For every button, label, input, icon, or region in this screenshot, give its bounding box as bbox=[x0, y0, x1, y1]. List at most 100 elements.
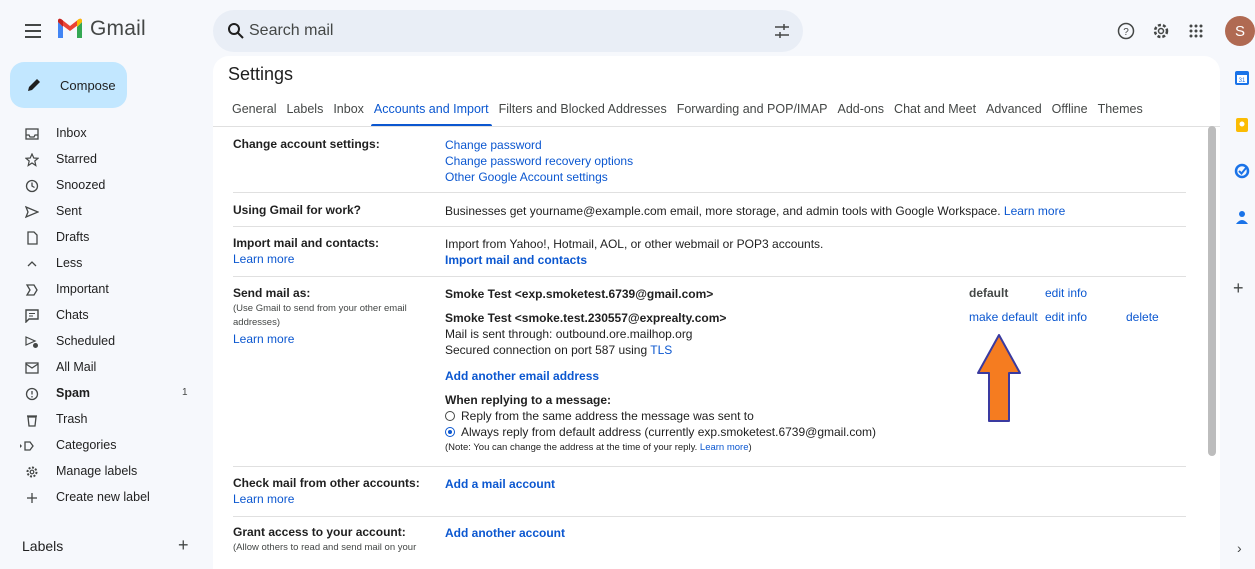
plus-icon bbox=[27, 493, 37, 503]
settings-tabs: General Labels Inbox Accounts and Import… bbox=[232, 102, 1153, 127]
reply-note-learn-more-link[interactable]: Learn more bbox=[700, 442, 749, 453]
tab-accounts-and-import[interactable]: Accounts and Import bbox=[370, 102, 492, 127]
tls-link[interactable]: TLS bbox=[650, 343, 672, 357]
draft-icon bbox=[27, 231, 38, 245]
tasks-icon[interactable] bbox=[1234, 163, 1250, 179]
nav-item-less[interactable]: Less bbox=[0, 251, 200, 277]
check-mail-learn-more-link[interactable]: Learn more bbox=[233, 492, 433, 506]
nav-item-important[interactable]: Important bbox=[0, 277, 200, 303]
tab-offline[interactable]: Offline bbox=[1052, 102, 1088, 116]
grant-content: Add another account bbox=[445, 525, 565, 541]
reply-same-radio[interactable] bbox=[445, 411, 455, 421]
svg-text:?: ? bbox=[1123, 27, 1129, 38]
secondary-mail-server: Mail is sent through: outbound.ore.mailh… bbox=[445, 327, 693, 341]
help-icon[interactable]: ? bbox=[1117, 22, 1135, 40]
search-bar[interactable] bbox=[213, 10, 803, 52]
work-text: Businesses get yourname@example.com emai… bbox=[445, 204, 1001, 218]
compose-button[interactable]: Compose bbox=[10, 62, 127, 108]
nav-item-categories[interactable]: Categories bbox=[0, 433, 200, 459]
divider bbox=[233, 516, 1186, 517]
add-another-account-link[interactable]: Add another account bbox=[445, 526, 565, 540]
scrollbar[interactable] bbox=[1208, 126, 1216, 456]
send-as-learn-more-link[interactable]: Learn more bbox=[233, 332, 433, 346]
add-addon-plus-icon[interactable]: + bbox=[1233, 278, 1244, 299]
all-mail-icon bbox=[25, 362, 39, 374]
spam-count: 1 bbox=[182, 387, 188, 398]
primary-address: Smoke Test <exp.smoketest.6739@gmail.com… bbox=[445, 287, 714, 301]
send-as-subtext: (Use Gmail to send from your other email… bbox=[233, 303, 407, 328]
nav-item-drafts[interactable]: Drafts bbox=[0, 225, 200, 251]
import-mail-contacts-link[interactable]: Import mail and contacts bbox=[445, 252, 823, 268]
search-icon[interactable] bbox=[227, 22, 245, 40]
add-mail-account-link[interactable]: Add a mail account bbox=[445, 477, 555, 491]
left-nav: Inbox Starred Snoozed Sent Drafts Less I… bbox=[0, 121, 200, 511]
nav-item-manage-labels[interactable]: Manage labels bbox=[0, 459, 200, 485]
tab-forwarding[interactable]: Forwarding and POP/IMAP bbox=[677, 102, 828, 116]
settings-panel: Settings General Labels Inbox Accounts a… bbox=[213, 56, 1220, 569]
change-account-links: Change password Change password recovery… bbox=[445, 137, 633, 185]
primary-edit-info-link[interactable]: edit info bbox=[1045, 286, 1087, 300]
send-as-label-wrap: Send mail as: (Use Gmail to send from yo… bbox=[233, 286, 433, 346]
divider bbox=[233, 466, 1186, 467]
nav-item-sent[interactable]: Sent bbox=[0, 199, 200, 225]
add-label-plus-icon[interactable]: + bbox=[178, 535, 189, 556]
send-as-content: Smoke Test <exp.smoketest.6739@gmail.com… bbox=[445, 286, 876, 456]
nav-item-create-label[interactable]: Create new label bbox=[0, 485, 200, 511]
trash-icon bbox=[27, 415, 37, 427]
main-menu-icon[interactable] bbox=[22, 20, 44, 42]
spam-icon bbox=[25, 387, 39, 401]
gmail-logo[interactable]: Gmail bbox=[56, 17, 146, 41]
nav-item-chats[interactable]: Chats bbox=[0, 303, 200, 329]
check-mail-content: Add a mail account bbox=[445, 476, 555, 492]
work-learn-more-link[interactable]: Learn more bbox=[1004, 204, 1065, 218]
tab-general[interactable]: General bbox=[232, 102, 276, 116]
tab-labels[interactable]: Labels bbox=[286, 102, 323, 116]
apps-grid-icon[interactable] bbox=[1188, 23, 1204, 39]
nav-item-scheduled[interactable]: Scheduled bbox=[0, 329, 200, 355]
keep-icon[interactable] bbox=[1234, 117, 1250, 133]
tab-add-ons[interactable]: Add-ons bbox=[837, 102, 884, 116]
reply-default-label: Always reply from default address (curre… bbox=[461, 425, 877, 439]
expand-side-panel-chevron-icon[interactable]: › bbox=[1237, 540, 1242, 556]
account-avatar[interactable]: S bbox=[1225, 16, 1255, 46]
inbox-icon bbox=[25, 128, 39, 140]
nav-item-inbox[interactable]: Inbox bbox=[0, 121, 200, 147]
change-password-link[interactable]: Change password bbox=[445, 137, 633, 153]
import-label-wrap: Import mail and contacts: Learn more bbox=[233, 236, 433, 266]
top-bar: Gmail ? S bbox=[0, 0, 1255, 64]
tab-filters[interactable]: Filters and Blocked Addresses bbox=[499, 102, 667, 116]
calendar-icon[interactable]: 31 bbox=[1234, 70, 1250, 86]
make-default-link[interactable]: make default bbox=[969, 310, 1038, 324]
scheduled-icon bbox=[25, 336, 38, 348]
import-learn-more-link[interactable]: Learn more bbox=[233, 252, 433, 266]
contacts-icon[interactable] bbox=[1234, 209, 1250, 225]
secondary-security-text: Secured connection on port 587 using bbox=[445, 343, 648, 357]
reply-option-default[interactable]: Always reply from default address (curre… bbox=[445, 424, 876, 440]
nav-item-spam[interactable]: Spam 1 bbox=[0, 381, 200, 407]
google-account-settings-link[interactable]: Other Google Account settings bbox=[445, 169, 633, 185]
reply-option-same[interactable]: Reply from the same address the message … bbox=[445, 408, 876, 424]
search-options-icon[interactable] bbox=[774, 23, 790, 39]
tab-themes[interactable]: Themes bbox=[1098, 102, 1143, 116]
nav-item-all-mail[interactable]: All Mail bbox=[0, 355, 200, 381]
tab-advanced[interactable]: Advanced bbox=[986, 102, 1042, 116]
import-label: Import mail and contacts: bbox=[233, 236, 380, 250]
change-recovery-link[interactable]: Change password recovery options bbox=[445, 153, 633, 169]
nav-item-starred[interactable]: Starred bbox=[0, 147, 200, 173]
grant-label: Grant access to your account: bbox=[233, 525, 406, 539]
grant-label-wrap: Grant access to your account: (Allow oth… bbox=[233, 525, 433, 555]
nav-item-trash[interactable]: Trash bbox=[0, 407, 200, 433]
divider bbox=[233, 192, 1186, 193]
tab-chat-and-meet[interactable]: Chat and Meet bbox=[894, 102, 976, 116]
settings-gear-icon[interactable] bbox=[1152, 22, 1170, 40]
work-text-wrap: Businesses get yourname@example.com emai… bbox=[445, 203, 1065, 219]
tab-inbox[interactable]: Inbox bbox=[333, 102, 364, 116]
send-as-label: Send mail as: bbox=[233, 286, 311, 300]
search-input[interactable] bbox=[249, 18, 749, 44]
add-another-email-link[interactable]: Add another email address bbox=[445, 368, 876, 384]
nav-item-snoozed[interactable]: Snoozed bbox=[0, 173, 200, 199]
delete-link[interactable]: delete bbox=[1126, 310, 1159, 324]
reply-default-radio[interactable] bbox=[445, 427, 455, 437]
secondary-edit-info-link[interactable]: edit info bbox=[1045, 310, 1087, 324]
check-mail-label: Check mail from other accounts: bbox=[233, 476, 420, 490]
